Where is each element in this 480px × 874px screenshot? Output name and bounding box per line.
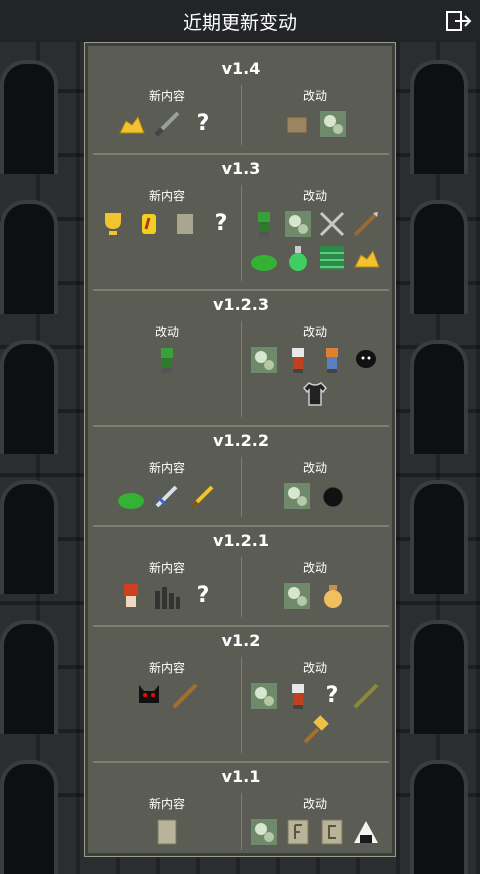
dungeon-map-icon[interactable] xyxy=(249,817,279,847)
version-title: v1.4 xyxy=(221,59,261,78)
dungeon-map-icon[interactable] xyxy=(249,681,279,711)
exit-button[interactable] xyxy=(444,8,474,34)
staff-icon[interactable] xyxy=(170,681,200,711)
unknown-item-icon[interactable]: ? xyxy=(206,209,236,239)
spear-icon[interactable] xyxy=(351,681,381,711)
version-section: v1.1 新内容 改动 xyxy=(93,763,389,858)
dungeon-map-icon[interactable] xyxy=(282,481,312,511)
changes-label: 改动 xyxy=(302,661,327,675)
new-content-label: 新内容 xyxy=(148,89,185,103)
changes-label: 改动 xyxy=(154,325,179,339)
changes-label: 改动 xyxy=(302,461,327,475)
version-section: v1.2.1 新内容 ? 改动 xyxy=(93,527,389,627)
unknown-item-icon[interactable]: ? xyxy=(317,681,347,711)
top-bar: 近期更新变动 xyxy=(0,0,480,42)
dark-columns-icon[interactable] xyxy=(152,581,182,611)
bomb-icon[interactable] xyxy=(318,481,348,511)
sword-icon[interactable] xyxy=(152,481,182,511)
crossed-swords-icon[interactable] xyxy=(317,209,347,239)
gold-pile-icon[interactable] xyxy=(116,109,146,139)
rice-ball-icon[interactable] xyxy=(351,817,381,847)
changes-label: 改动 xyxy=(302,189,327,203)
version-title: v1.2 xyxy=(221,631,261,650)
page-title: 近期更新变动 xyxy=(182,11,297,34)
huntress-icon[interactable] xyxy=(249,209,279,239)
shadow-creature-icon[interactable] xyxy=(351,345,381,375)
changes-label: 改动 xyxy=(302,797,327,811)
gold-pile-icon[interactable] xyxy=(351,243,381,273)
new-content-label: 新内容 xyxy=(148,797,185,811)
hammer-icon[interactable] xyxy=(300,715,330,745)
black-cat-icon[interactable] xyxy=(134,681,164,711)
version-title: v1.3 xyxy=(221,159,261,178)
changes-panel[interactable]: v1.4 新内容 ? 改动 v1.3 新内容 ? 改动 v1.2.3 改动 改动… xyxy=(84,42,396,857)
version-section: v1.2 新内容 改动 ? xyxy=(93,627,389,763)
version-title: v1.2.2 xyxy=(213,431,269,450)
version-title: v1.2.1 xyxy=(213,531,269,550)
green-slime-icon[interactable] xyxy=(249,243,279,273)
warrior-icon[interactable] xyxy=(317,345,347,375)
trophy-icon[interactable] xyxy=(98,209,128,239)
version-section: v1.3 新内容 ? 改动 xyxy=(93,155,389,291)
dungeon-map-icon[interactable] xyxy=(249,345,279,375)
changes-label: 改动 xyxy=(302,89,327,103)
unknown-item-icon[interactable]: ? xyxy=(188,581,218,611)
dagger-icon[interactable] xyxy=(152,109,182,139)
red-haired-girl-icon[interactable] xyxy=(116,581,146,611)
version-title: v1.1 xyxy=(221,767,261,786)
spear-icon[interactable] xyxy=(351,209,381,239)
changes-label: 改动 xyxy=(302,325,327,339)
green-grass-icon[interactable] xyxy=(317,243,347,273)
new-content-label: 新内容 xyxy=(148,561,185,575)
honey-pot-icon[interactable] xyxy=(318,581,348,611)
unknown-item-icon[interactable]: ? xyxy=(188,109,218,139)
dungeon-map-icon[interactable] xyxy=(282,581,312,611)
stone-tablet-icon[interactable] xyxy=(170,209,200,239)
green-slime-icon[interactable] xyxy=(116,481,146,511)
huntress-icon[interactable] xyxy=(152,345,182,375)
gem-badge-icon[interactable] xyxy=(134,209,164,239)
box-icon[interactable] xyxy=(282,109,312,139)
priest-icon[interactable] xyxy=(283,345,313,375)
new-content-label: 新内容 xyxy=(148,189,185,203)
new-content-label: 新内容 xyxy=(148,661,185,675)
rune-tablet-f-icon[interactable] xyxy=(283,817,313,847)
potion-icon[interactable] xyxy=(283,243,313,273)
priest-icon[interactable] xyxy=(283,681,313,711)
exit-icon xyxy=(446,11,472,31)
changes-label: 改动 xyxy=(302,561,327,575)
golden-sword-icon[interactable] xyxy=(188,481,218,511)
scroll-icon[interactable] xyxy=(152,817,182,847)
shirt-icon[interactable] xyxy=(300,379,330,409)
version-section: v1.2.2 新内容 改动 xyxy=(93,427,389,527)
version-section: v1.4 新内容 ? 改动 xyxy=(93,55,389,155)
dungeon-map-icon[interactable] xyxy=(318,109,348,139)
rune-tablet-c-icon[interactable] xyxy=(317,817,347,847)
version-section: v1.2.3 改动 改动 xyxy=(93,291,389,427)
dungeon-map-icon[interactable] xyxy=(283,209,313,239)
new-content-label: 新内容 xyxy=(148,461,185,475)
version-title: v1.2.3 xyxy=(213,295,269,314)
